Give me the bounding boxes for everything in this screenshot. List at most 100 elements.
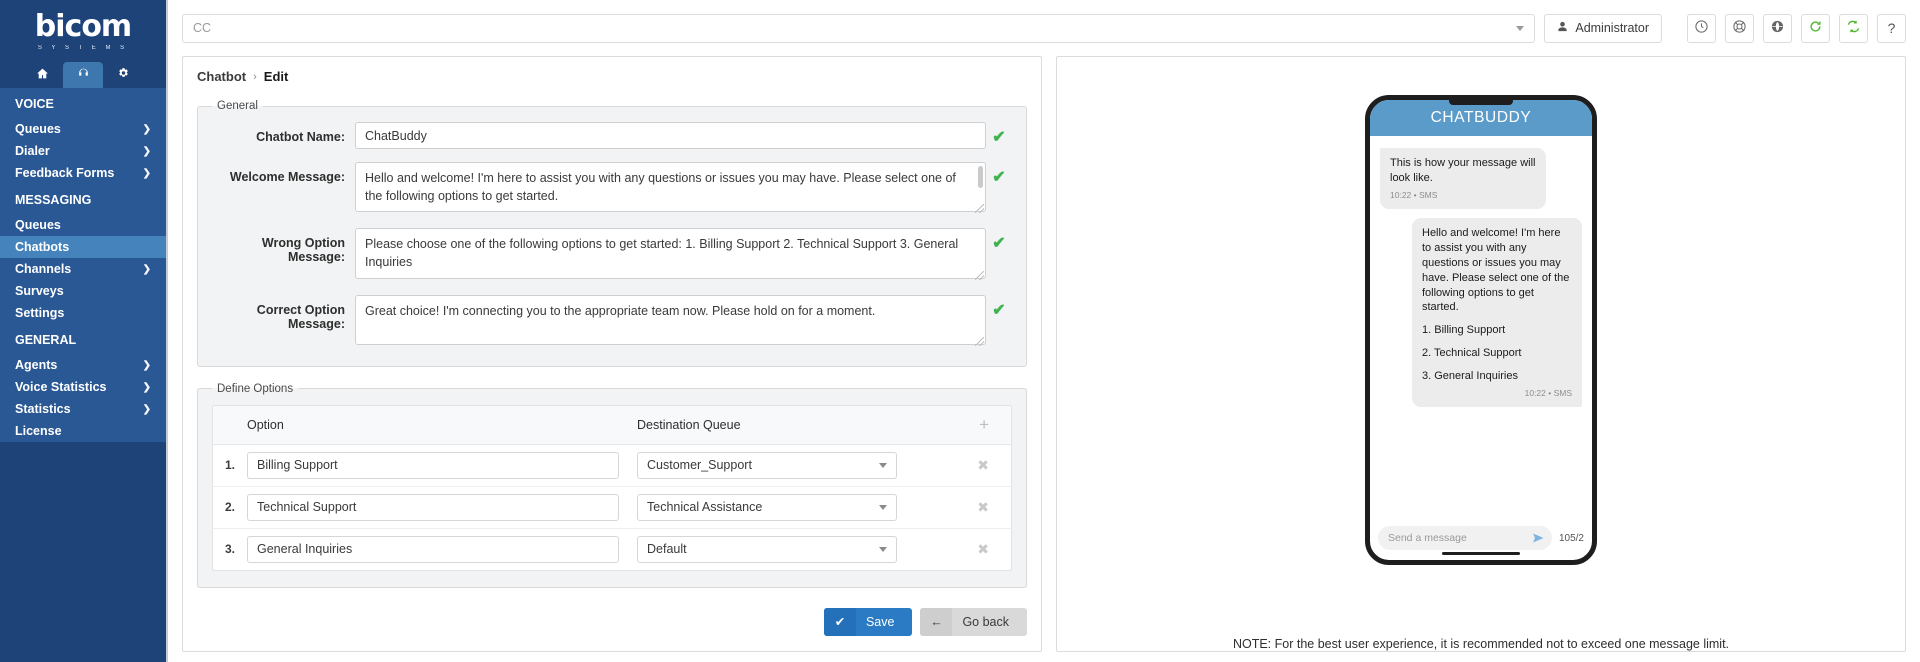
sidebar-group-title: MESSAGING — [0, 184, 166, 214]
top-toolbar: CC Administrator ? — [168, 0, 1920, 56]
field-chatbot-name: Chatbot Name: ✔ — [212, 122, 1012, 149]
search-input[interactable]: CC — [182, 13, 1536, 43]
row-number: 3. — [225, 542, 236, 557]
app-root: bicom S Y S T E M S VOICE Queues ❯ Diale… — [0, 0, 1920, 662]
sidebar-group-title: GENERAL — [0, 324, 166, 354]
contact-center-tab[interactable] — [62, 62, 104, 88]
settings-tab[interactable] — [103, 62, 144, 88]
chat-bubble-incoming: This is how your message will look like.… — [1380, 148, 1546, 210]
phone-title: CHATBUDDY — [1370, 100, 1592, 136]
sync-icon-button[interactable] — [1839, 13, 1868, 43]
sidebar-tab-row — [0, 62, 166, 88]
chatbot-name-input[interactable] — [355, 122, 986, 149]
message-input-placeholder: Send a message — [1388, 532, 1467, 544]
breadcrumb-leaf: Edit — [263, 69, 289, 84]
administrator-button[interactable]: Administrator — [1544, 13, 1662, 43]
sidebar-item-label: Statistics — [15, 402, 71, 416]
form-actions: ✔ Save ← Go back — [183, 604, 1041, 654]
preview-note: NOTE: For the best user experience, it i… — [1232, 637, 1730, 651]
welcome-message-textarea[interactable] — [355, 162, 986, 213]
question-mark-icon: ? — [1887, 20, 1896, 36]
delete-option-icon[interactable]: ✖ — [977, 541, 989, 557]
destination-queue-select[interactable]: Customer_Support — [637, 451, 897, 479]
sidebar-item-label: Channels — [15, 262, 72, 276]
chevron-down-icon[interactable] — [1516, 26, 1525, 31]
home-tab[interactable] — [22, 62, 63, 88]
sidebar-item-agents[interactable]: Agents ❯ — [0, 354, 166, 376]
field-label: Wrong Option Message: — [261, 236, 345, 265]
sidebar-item-label: Dialer — [15, 144, 50, 158]
search-value: CC — [193, 21, 212, 35]
wrong-option-message-textarea[interactable] — [355, 228, 986, 279]
sidebar-item-label: License — [15, 424, 62, 438]
chat-bubble-outgoing: Hello and welcome! I'm here to assist yo… — [1412, 218, 1582, 408]
sidebar-item-license[interactable]: License — [0, 420, 166, 442]
message-input[interactable]: Send a message — [1378, 526, 1552, 550]
destination-queue-select[interactable]: Default — [637, 535, 897, 563]
destination-queue-select[interactable]: Technical Assistance — [637, 493, 897, 521]
chevron-right-icon: ❯ — [142, 403, 151, 415]
chat-bubble-meta: 10:22 • SMS — [1390, 189, 1438, 200]
sidebar-item-chatbots[interactable]: Chatbots — [0, 236, 166, 258]
chevron-right-icon: ❯ — [142, 359, 151, 371]
save-button-label: Save — [865, 614, 895, 629]
gears-icon — [117, 67, 130, 83]
sync-icon — [1846, 19, 1861, 37]
go-back-button[interactable]: ← Go back — [920, 607, 1027, 636]
header-option: Option — [247, 417, 284, 432]
content-area: Chatbot › Edit General Chatbot Name: ✔ — [168, 56, 1920, 662]
globe-icon — [1770, 19, 1785, 37]
sidebar-item-label: Chatbots — [15, 240, 70, 254]
sidebar-item-channels[interactable]: Channels ❯ — [0, 258, 166, 280]
sidebar-item-surveys[interactable]: Surveys — [0, 280, 166, 302]
phone-preview: CHATBUDDY This is how your message will … — [1057, 57, 1905, 623]
clock-icon — [1694, 19, 1709, 37]
chevron-right-icon: ❯ — [142, 123, 151, 135]
breadcrumb-root[interactable]: Chatbot — [197, 69, 246, 84]
define-options-legend: Define Options — [217, 382, 294, 395]
clock-icon-button[interactable] — [1687, 13, 1716, 43]
help-icon-button[interactable]: ? — [1877, 13, 1906, 43]
chevron-down-icon — [879, 463, 887, 469]
chevron-down-icon — [879, 547, 887, 553]
delete-option-icon[interactable]: ✖ — [977, 499, 989, 515]
lifebuoy-icon-button[interactable] — [1725, 13, 1754, 43]
phone-notch — [1449, 100, 1513, 105]
textarea-scrollbar[interactable] — [978, 166, 983, 188]
option-input[interactable] — [247, 451, 619, 479]
destination-queue-value: Default — [647, 542, 687, 557]
sidebar-item-feedback-forms[interactable]: Feedback Forms ❯ — [0, 162, 166, 184]
globe-icon-button[interactable] — [1763, 13, 1792, 43]
sidebar-item-statistics[interactable]: Statistics ❯ — [0, 398, 166, 420]
chevron-right-icon: ❯ — [142, 263, 151, 275]
delete-option-icon[interactable]: ✖ — [977, 457, 989, 473]
sidebar-group-voice: VOICE Queues ❯ Dialer ❯ Feedback Forms ❯ — [0, 88, 166, 184]
chat-bubble-text: Hello and welcome! I'm here to assist yo… — [1422, 227, 1570, 314]
sidebar-item-queues-messaging[interactable]: Queues — [0, 214, 166, 236]
save-button[interactable]: ✔ Save — [823, 607, 913, 636]
go-back-button-label: Go back — [962, 614, 1009, 629]
option-input[interactable] — [247, 535, 619, 563]
sidebar-item-label: Surveys — [15, 284, 64, 298]
sidebar-item-settings[interactable]: Settings — [0, 302, 166, 324]
chevron-right-icon: ❯ — [142, 381, 151, 393]
sidebar-item-voice-statistics[interactable]: Voice Statistics ❯ — [0, 376, 166, 398]
correct-option-message-textarea[interactable] — [355, 294, 986, 345]
header-destination-queue: Destination Queue — [637, 417, 741, 432]
field-label: Chatbot Name: — [256, 130, 345, 144]
sidebar-item-queues-voice[interactable]: Queues ❯ — [0, 118, 166, 140]
check-icon: ✔ — [823, 607, 856, 636]
phone-home-indicator — [1442, 552, 1520, 555]
send-icon[interactable] — [1532, 532, 1544, 547]
sidebar-item-dialer[interactable]: Dialer ❯ — [0, 140, 166, 162]
add-option-icon[interactable]: + — [897, 415, 999, 435]
refresh-icon-button[interactable] — [1801, 13, 1830, 43]
logo: bicom S Y S T E M S — [0, 0, 166, 62]
refresh-icon — [1808, 19, 1823, 37]
chevron-right-icon: ❯ — [142, 145, 151, 157]
sidebar-group-title: VOICE — [0, 88, 166, 118]
chat-option-2: 2. Technical Support — [1422, 347, 1522, 360]
options-table: Option Destination Queue + 1. Customer_S… — [212, 404, 1012, 571]
option-input[interactable] — [247, 493, 619, 521]
sidebar-group-general: GENERAL Agents ❯ Voice Statistics ❯ Stat… — [0, 324, 166, 442]
